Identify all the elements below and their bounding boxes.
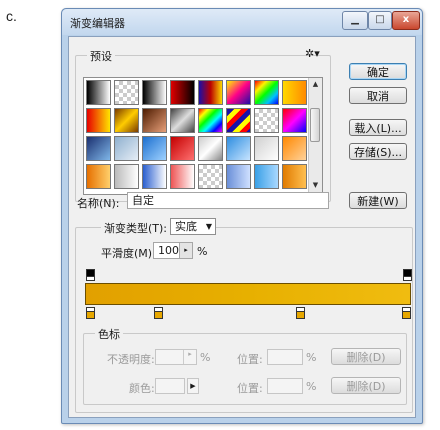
preset-swatch[interactable]	[86, 108, 111, 133]
presets-label: 预设	[87, 48, 115, 64]
gradient-type-value: 实底	[175, 220, 197, 233]
preset-swatch[interactable]	[254, 80, 279, 105]
preset-swatch[interactable]	[86, 164, 111, 189]
preset-swatch[interactable]	[226, 108, 251, 133]
location-unit-2: %	[306, 380, 317, 393]
stepper-arrow-icon: ▸	[183, 350, 196, 364]
preset-swatch[interactable]	[86, 136, 111, 161]
new-button[interactable]: 新建(W)	[349, 192, 407, 209]
play-arrow-icon: ▶	[187, 378, 199, 394]
ok-button[interactable]: 确定	[349, 63, 407, 80]
preset-swatch[interactable]	[170, 80, 195, 105]
preset-swatch[interactable]	[198, 80, 223, 105]
preset-swatch[interactable]	[226, 164, 251, 189]
gear-icon[interactable]: ✲▾	[305, 47, 320, 60]
scroll-up-icon[interactable]: ▲	[309, 78, 322, 91]
preset-swatch[interactable]	[114, 108, 139, 133]
delete-button-2: 删除(D)	[331, 377, 401, 394]
preset-swatch[interactable]	[198, 108, 223, 133]
location-label-2: 位置:	[237, 382, 263, 395]
preset-swatch[interactable]	[170, 108, 195, 133]
figure-label: c.	[6, 8, 17, 24]
preset-swatch[interactable]	[142, 80, 167, 105]
color-label: 颜色:	[129, 382, 155, 395]
gradient-editor-window: 渐变编辑器 ▁ □ x 预设 ✲▾ ▲ ▼ 确定 取消 载入(L)... 存储(…	[61, 8, 423, 424]
gradient-preview-bar[interactable]	[85, 283, 411, 305]
preset-swatch[interactable]	[198, 136, 223, 161]
preset-swatch[interactable]	[86, 80, 111, 105]
smoothness-input[interactable]: 100 ▸	[153, 242, 193, 259]
preset-swatch[interactable]	[282, 80, 307, 105]
delete-button-1: 删除(D)	[331, 348, 401, 365]
location-input-1	[267, 349, 303, 365]
smoothness-label: 平滑度(M):	[101, 247, 156, 260]
title-bar[interactable]: 渐变编辑器 ▁ □ x	[62, 9, 422, 35]
minimize-button[interactable]: ▁	[342, 11, 368, 30]
gradient-type-label: 渐变类型(T):	[101, 220, 171, 236]
opacity-unit: %	[200, 351, 211, 364]
preset-swatch[interactable]	[254, 136, 279, 161]
location-label-1: 位置:	[237, 353, 263, 366]
color-stops-label: 色标	[95, 326, 123, 342]
dialog-body: 预设 ✲▾ ▲ ▼ 确定 取消 载入(L)... 存储(S)... 名称(N):…	[68, 36, 416, 418]
preset-swatch[interactable]	[282, 136, 307, 161]
stepper-arrow-icon[interactable]: ▸	[179, 243, 192, 258]
cancel-button[interactable]: 取消	[349, 87, 407, 104]
gradient-type-select[interactable]: 实底 ▼	[170, 218, 216, 235]
color-swatch	[155, 378, 185, 394]
chevron-down-icon: ▼	[205, 222, 212, 231]
opacity-stop-left[interactable]	[86, 269, 95, 281]
preset-swatch[interactable]	[254, 108, 279, 133]
name-label: 名称(N):	[77, 197, 120, 210]
opacity-label: 不透明度:	[107, 353, 155, 366]
maximize-button[interactable]: □	[368, 11, 392, 30]
preset-swatch[interactable]	[282, 164, 307, 189]
preset-swatch[interactable]	[198, 164, 223, 189]
preset-swatch[interactable]	[226, 80, 251, 105]
close-button[interactable]: x	[392, 11, 420, 30]
preset-scrollbar[interactable]: ▲ ▼	[308, 78, 322, 192]
preset-swatch[interactable]	[254, 164, 279, 189]
preset-swatch[interactable]	[114, 136, 139, 161]
opacity-stop-right[interactable]	[403, 269, 412, 281]
preset-swatch-grid	[83, 77, 323, 195]
preset-swatch[interactable]	[170, 164, 195, 189]
scroll-down-icon[interactable]: ▼	[309, 179, 322, 192]
window-title: 渐变编辑器	[70, 17, 125, 30]
smoothness-unit: %	[197, 245, 208, 258]
preset-swatch[interactable]	[170, 136, 195, 161]
preset-swatch[interactable]	[142, 108, 167, 133]
preset-swatch[interactable]	[114, 80, 139, 105]
opacity-input: ▸	[155, 349, 197, 365]
color-stop-3[interactable]	[296, 307, 305, 319]
preset-swatch[interactable]	[114, 164, 139, 189]
color-stop-2[interactable]	[154, 307, 163, 319]
location-input-2	[267, 378, 303, 394]
color-stop-1[interactable]	[86, 307, 95, 319]
name-input[interactable]: 自定	[127, 192, 329, 209]
preset-swatch[interactable]	[282, 108, 307, 133]
load-button[interactable]: 载入(L)...	[349, 119, 407, 136]
preset-swatch[interactable]	[226, 136, 251, 161]
location-unit-1: %	[306, 351, 317, 364]
smoothness-value: 100	[158, 244, 179, 257]
color-stop-4[interactable]	[402, 307, 411, 319]
preset-swatch[interactable]	[142, 136, 167, 161]
preset-swatch[interactable]	[142, 164, 167, 189]
scroll-thumb[interactable]	[310, 108, 320, 142]
save-button[interactable]: 存储(S)...	[349, 143, 407, 160]
